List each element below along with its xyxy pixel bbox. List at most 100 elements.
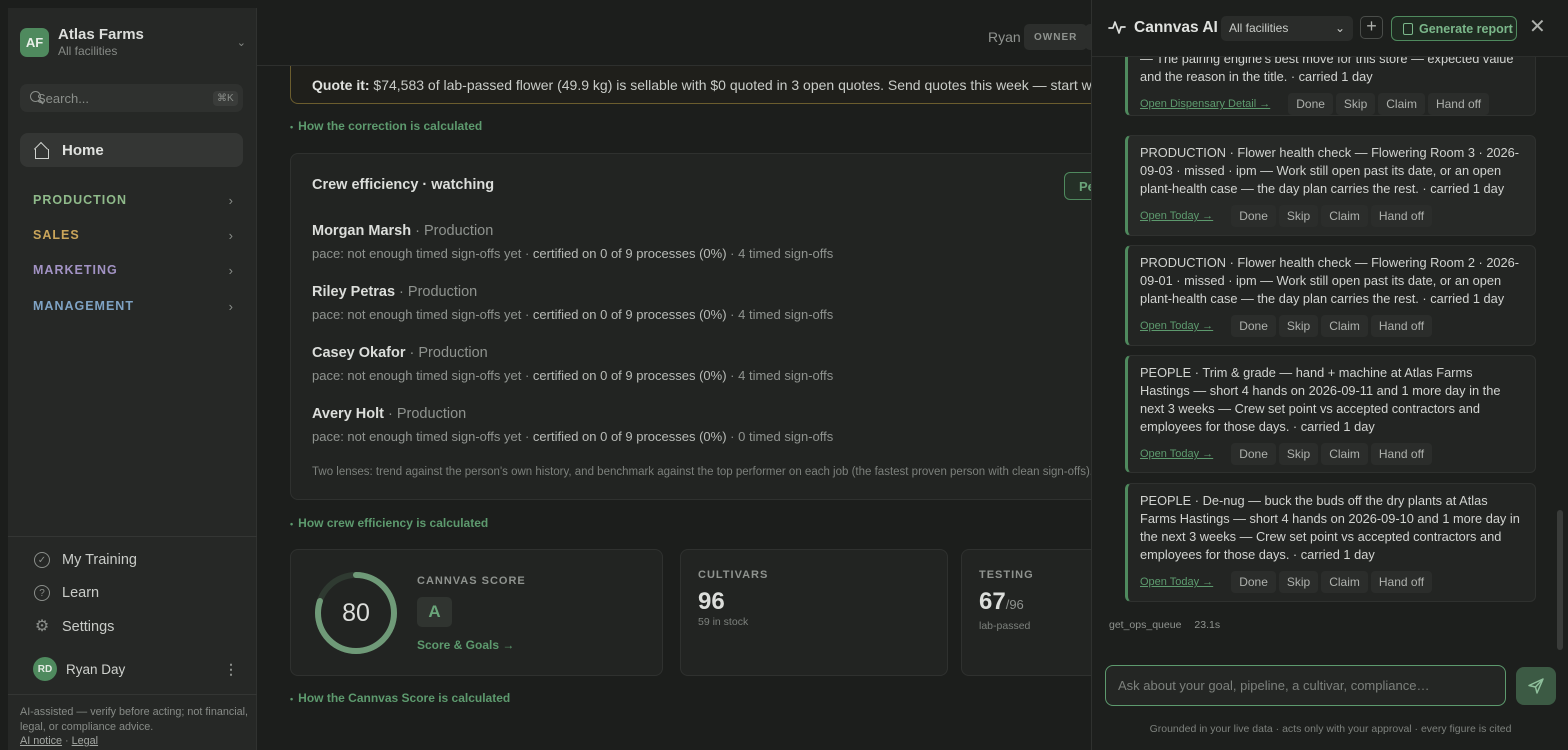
nav-settings-label: Settings xyxy=(62,619,115,635)
skip-button[interactable]: Skip xyxy=(1278,443,1319,465)
sidebar-divider xyxy=(8,536,257,537)
nav-my-training[interactable]: ✓ My Training xyxy=(34,549,137,571)
done-button[interactable]: Done xyxy=(1231,571,1276,593)
nav-learn-label: Learn xyxy=(62,585,100,601)
handoff-button[interactable]: Hand off xyxy=(1427,93,1490,115)
nav-section-management[interactable]: MANAGEMENT › xyxy=(33,296,233,316)
person-stats: pace: not enough timed sign-offs yet · c… xyxy=(312,246,834,261)
ai-panel-title: Cannvas AI xyxy=(1134,19,1218,36)
legal-link[interactable]: Legal xyxy=(72,735,98,747)
tool-call-meta: get_ops_queue 23.1s xyxy=(1109,619,1233,631)
skip-button[interactable]: Skip xyxy=(1278,571,1319,593)
crew-action-button[interactable]: Pe xyxy=(1064,172,1091,200)
ai-panel: Cannvas AI All facilities ⌄ + Generate r… xyxy=(1091,0,1568,750)
cultivars-sub: 59 in stock xyxy=(698,616,749,628)
chevron-right-icon: › xyxy=(228,262,233,278)
crew-calc-link[interactable]: • How crew efficiency is calculated xyxy=(290,516,488,530)
claim-button[interactable]: Claim xyxy=(1321,315,1368,337)
org-name: Atlas Farms xyxy=(58,26,144,43)
nav-section-marketing[interactable]: MARKETING › xyxy=(33,260,233,280)
check-circle-icon: ✓ xyxy=(34,552,50,568)
topbar-user-name: Ryan xyxy=(988,29,1021,45)
skip-button[interactable]: Skip xyxy=(1278,205,1319,227)
person-name: Riley Petras xyxy=(312,284,396,300)
handoff-button[interactable]: Hand off xyxy=(1370,571,1433,593)
quote-lead: Quote it: xyxy=(312,77,370,93)
nav-home[interactable]: Home xyxy=(20,133,243,167)
testing-card[interactable]: TESTING 67/96 lab-passed xyxy=(961,549,1091,676)
claim-button[interactable]: Claim xyxy=(1321,571,1368,593)
chevron-right-icon: › xyxy=(228,192,233,208)
score-calc-link[interactable]: • How the Cannvas Score is calculated xyxy=(290,691,510,705)
crew-row: Avery Holt · Production pace: not enough… xyxy=(312,405,1091,444)
claim-button[interactable]: Claim xyxy=(1321,205,1368,227)
person-dept: · Production xyxy=(405,345,488,361)
score-goals-link[interactable]: Score & Goals → xyxy=(417,638,514,652)
person-stats: pace: not enough timed sign-offs yet · c… xyxy=(312,307,834,322)
queue-item-text: PRODUCTION · Flower health check — Flowe… xyxy=(1140,255,1520,306)
feed-scrollbar[interactable] xyxy=(1557,510,1563,650)
handoff-button[interactable]: Hand off xyxy=(1370,443,1433,465)
done-button[interactable]: Done xyxy=(1231,315,1276,337)
nav-settings[interactable]: ⚙ Settings xyxy=(34,616,115,638)
crew-note: Two lenses: trend against the person's o… xyxy=(312,466,1091,478)
search-input[interactable] xyxy=(37,90,213,106)
nav-section-production[interactable]: PRODUCTION › xyxy=(33,190,233,210)
score-calc-label: How the Cannvas Score is calculated xyxy=(298,691,511,705)
tool-duration: 23.1s xyxy=(1194,619,1221,631)
ai-feed[interactable]: — The pairing engine's best move for thi… xyxy=(1092,57,1568,650)
quote-banner: Quote it: $74,583 of lab-passed flower (… xyxy=(290,66,1091,104)
person-dept: · Production xyxy=(411,223,494,239)
correction-calc-link[interactable]: • How the correction is calculated xyxy=(290,119,482,133)
activity-icon xyxy=(1108,21,1126,34)
search-box[interactable]: ⌘K xyxy=(20,84,243,112)
chat-composer[interactable] xyxy=(1105,665,1506,706)
open-link[interactable]: Open Today → xyxy=(1140,576,1213,588)
main-content: Ryan OWNER Quote it: $74,583 of lab-pass… xyxy=(257,8,1091,750)
crew-efficiency-card: Crew efficiency · watching Pe Morgan Mar… xyxy=(290,153,1091,500)
cultivars-card[interactable]: CULTIVARS 96 59 in stock xyxy=(680,549,948,676)
handoff-button[interactable]: Hand off xyxy=(1370,205,1433,227)
close-icon[interactable]: ✕ xyxy=(1529,17,1546,37)
done-button[interactable]: Done xyxy=(1231,205,1276,227)
done-button[interactable]: Done xyxy=(1288,93,1333,115)
nav-section-sales[interactable]: SALES › xyxy=(33,225,233,245)
queue-item-actions: Open Today → Done Skip Claim Hand off xyxy=(1140,204,1524,228)
queue-item: PRODUCTION · Flower health check — Flowe… xyxy=(1125,245,1536,346)
done-button[interactable]: Done xyxy=(1231,443,1276,465)
open-link[interactable]: Open Today → xyxy=(1140,320,1213,332)
open-link[interactable]: Open Dispensary Detail → xyxy=(1140,98,1270,110)
score-label: CANNVAS SCORE xyxy=(417,575,526,587)
queue-item: — The pairing engine's best move for thi… xyxy=(1125,57,1536,116)
new-chat-button[interactable]: + xyxy=(1360,16,1383,39)
link-separator: · xyxy=(65,735,69,747)
claim-button[interactable]: Claim xyxy=(1378,93,1425,115)
send-button[interactable] xyxy=(1516,667,1556,705)
claim-button[interactable]: Claim xyxy=(1321,443,1368,465)
sidebar: AF Atlas Farms All facilities ⌄ ⌘K Home … xyxy=(8,8,257,750)
org-switcher[interactable]: AF Atlas Farms All facilities ⌄ xyxy=(20,22,246,62)
facility-select-value: All facilities xyxy=(1229,21,1289,35)
chat-input[interactable] xyxy=(1118,678,1493,693)
facility-select[interactable]: All facilities ⌄ xyxy=(1221,16,1353,41)
more-vertical-icon[interactable]: ⋮ xyxy=(224,661,238,678)
queue-item-text: PRODUCTION · Flower health check — Flowe… xyxy=(1140,145,1520,196)
nav-home-label: Home xyxy=(62,141,104,159)
queue-item: PRODUCTION · Flower health check — Flowe… xyxy=(1125,135,1536,236)
person-dept: · Production xyxy=(383,406,467,422)
nav-learn[interactable]: ? Learn xyxy=(34,582,99,604)
cultivars-label: CULTIVARS xyxy=(698,569,769,581)
bullet-icon: • xyxy=(290,694,294,704)
handoff-button[interactable]: Hand off xyxy=(1370,315,1433,337)
section-label: MARKETING xyxy=(33,263,118,277)
crew-calc-label: How crew efficiency is calculated xyxy=(298,516,489,530)
ai-notice-link[interactable]: AI notice xyxy=(20,735,62,747)
generate-report-button[interactable]: Generate report xyxy=(1391,16,1517,41)
open-link[interactable]: Open Today → xyxy=(1140,210,1213,222)
queue-item-text: PEOPLE · Trim & grade — hand + machine a… xyxy=(1140,365,1501,434)
help-circle-icon: ? xyxy=(34,585,50,601)
skip-button[interactable]: Skip xyxy=(1278,315,1319,337)
skip-button[interactable]: Skip xyxy=(1335,93,1376,115)
open-link[interactable]: Open Today → xyxy=(1140,448,1213,460)
user-menu[interactable]: RD Ryan Day ⋮ xyxy=(33,657,238,681)
